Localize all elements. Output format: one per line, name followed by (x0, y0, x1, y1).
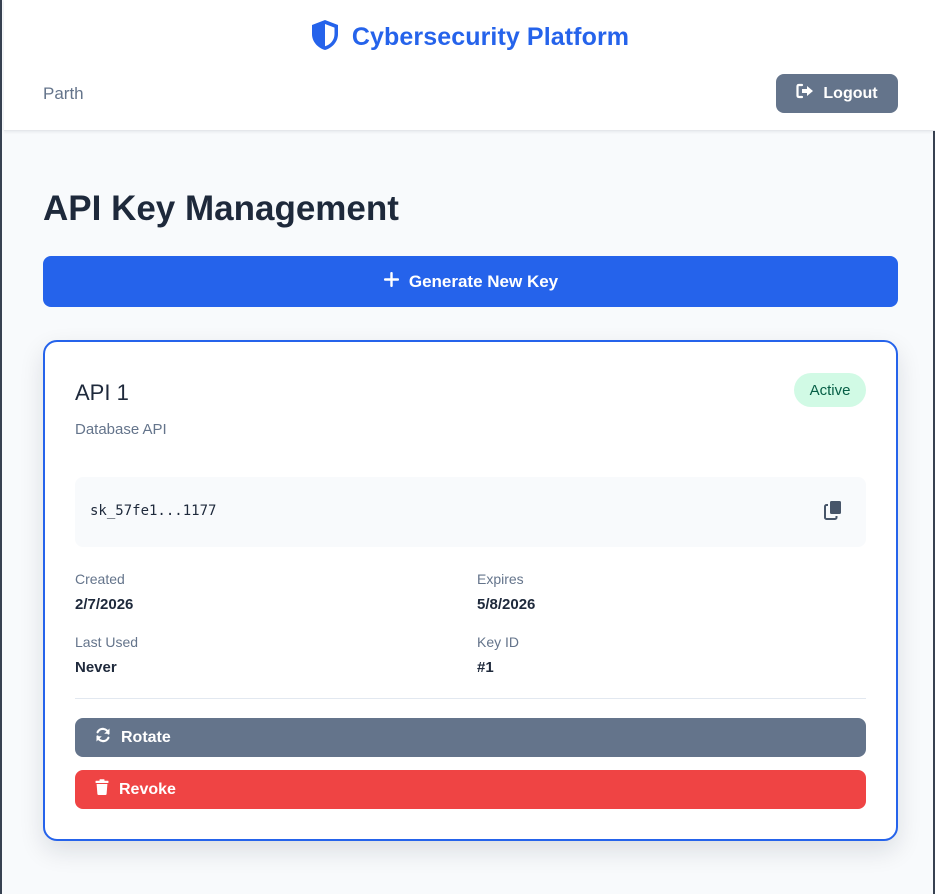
api-key-description: Database API (75, 421, 167, 438)
generate-new-key-button[interactable]: Generate New Key (43, 256, 898, 307)
last-used-value: Never (75, 659, 117, 676)
key-id-value: #1 (477, 659, 494, 676)
expires-label: Expires (477, 571, 524, 587)
trash-icon (95, 779, 109, 800)
shield-icon (310, 19, 340, 56)
last-used-label: Last Used (75, 634, 139, 650)
created-value: 2/7/2026 (75, 596, 134, 613)
copy-icon (824, 500, 842, 523)
rotate-button[interactable]: Rotate (75, 718, 866, 757)
revoke-label: Revoke (119, 780, 176, 798)
expires-field: Expires 5/8/2026 (477, 571, 535, 613)
key-id-label: Key ID (477, 634, 520, 650)
created-label: Created (75, 571, 125, 587)
rotate-label: Rotate (121, 728, 171, 746)
logout-button[interactable]: Logout (776, 74, 898, 113)
logout-label: Logout (823, 84, 878, 102)
divider (75, 698, 866, 699)
api-key-value: sk_57fe1...1177 (90, 503, 217, 519)
rotate-icon (95, 727, 111, 748)
api-key-card: API 1 Database API Active sk_57fe1...117… (43, 340, 898, 841)
api-key-display: sk_57fe1...1177 (75, 477, 866, 547)
user-name: Parth (43, 84, 84, 103)
plus-icon (383, 271, 400, 293)
app-window: Cybersecurity Platform Parth Logout API … (0, 0, 935, 894)
copy-key-button[interactable] (822, 500, 844, 522)
generate-label: Generate New Key (408, 271, 559, 291)
last-used-field: Last Used Never (75, 634, 138, 676)
top-header: Cybersecurity Platform Parth Logout (4, 0, 935, 131)
created-field: Created 2/7/2026 (75, 571, 133, 613)
sign-out-icon (796, 83, 814, 104)
page-title: API Key Management (43, 189, 399, 228)
brand-title: Cybersecurity Platform (351, 23, 630, 51)
status-badge: Active (794, 373, 866, 407)
expires-value: 5/8/2026 (477, 596, 536, 613)
api-key-name: API 1 (75, 380, 129, 405)
brand: Cybersecurity Platform (4, 19, 935, 56)
revoke-button[interactable]: Revoke (75, 770, 866, 809)
key-id-field: Key ID #1 (477, 634, 519, 676)
